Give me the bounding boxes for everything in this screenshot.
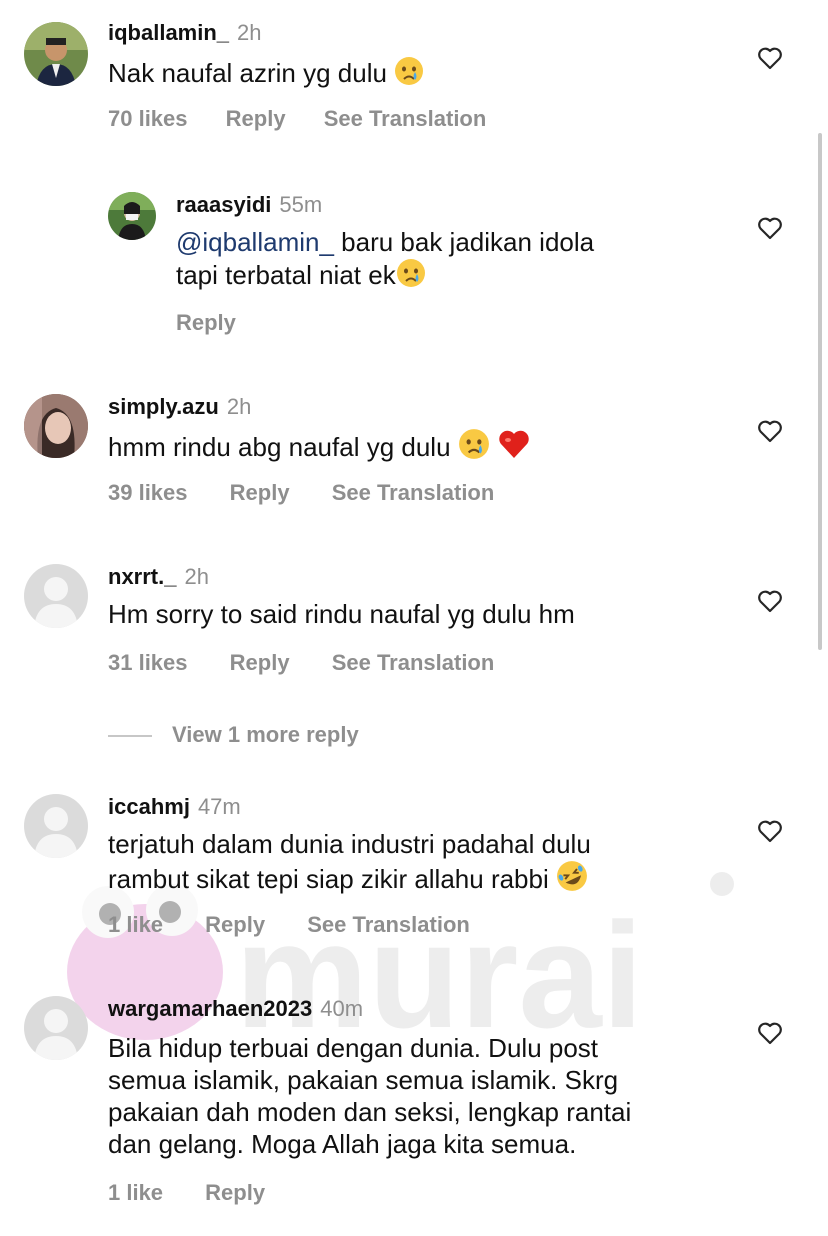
comment-text: terjatuh dalam dunia industri padahal du… [108,828,591,899]
username[interactable]: iccahmj 47m [108,794,241,820]
username[interactable]: raaasyidi 55m [176,192,322,218]
avatar[interactable] [24,394,88,458]
reply-button[interactable]: Reply [230,650,290,676]
timestamp: 2h [226,394,252,419]
username[interactable]: iqballamin_ 2h [108,20,262,46]
comment-actions: 1 like Reply [108,1180,265,1206]
username[interactable]: nxrrt._ 2h [108,564,209,590]
crying-face-icon [458,428,490,467]
avatar[interactable] [24,794,88,858]
likes-count[interactable]: 70 likes [108,106,188,132]
see-translation-button[interactable]: See Translation [332,480,495,506]
avatar[interactable] [24,22,88,86]
like-heart-icon[interactable] [757,419,783,443]
reply-button[interactable]: Reply [205,1180,265,1206]
crying-face-icon [396,258,426,295]
red-heart-icon [497,428,531,467]
comment-text: Nak naufal azrin yg dulu [108,56,424,93]
likes-count[interactable]: 31 likes [108,650,188,676]
like-heart-icon[interactable] [757,589,783,613]
reply-text: @iqballamin_ baru bak jadikan idola tapi… [176,226,594,295]
divider-line [108,735,152,738]
reply-button[interactable]: Reply [226,106,286,132]
username[interactable]: wargamarhaen2023 40m [108,996,363,1022]
avatar[interactable] [24,996,88,1060]
comment-text: hmm rindu abg naufal yg dulu [108,428,531,467]
reply-button[interactable]: Reply [230,480,290,506]
like-heart-icon[interactable] [757,216,783,240]
like-heart-icon[interactable] [757,46,783,70]
timestamp: 2h [237,20,262,45]
see-translation-button[interactable]: See Translation [307,912,470,938]
mention-link[interactable]: @iqballamin_ [176,227,334,257]
timestamp: 47m [197,794,241,819]
like-heart-icon[interactable] [757,1021,783,1045]
view-more-replies-button[interactable]: View 1 more reply [108,722,359,748]
reply-button[interactable]: Reply [205,912,265,938]
avatar[interactable] [24,564,88,628]
comment-actions: 31 likes Reply See Translation [108,650,494,676]
comment-actions: 70 likes Reply See Translation [108,106,486,132]
timestamp: 2h [184,564,209,589]
crying-face-icon [394,56,424,93]
scrollbar[interactable] [818,133,822,650]
timestamp: 40m [320,996,364,1021]
comment-actions: 39 likes Reply See Translation [108,480,494,506]
comment-text: Hm sorry to said rindu naufal yg dulu hm [108,599,575,629]
reply-button[interactable]: Reply [176,310,236,336]
avatar[interactable] [108,192,156,240]
timestamp: 55m [279,192,323,217]
comment-text: Bila hidup terbuai dengan dunia. Dulu po… [108,1033,632,1159]
see-translation-button[interactable]: See Translation [332,650,495,676]
username[interactable]: simply.azu 2h [108,394,251,420]
likes-count[interactable]: 1 like [108,912,163,938]
like-heart-icon[interactable] [757,819,783,843]
likes-count[interactable]: 1 like [108,1180,163,1206]
see-translation-button[interactable]: See Translation [324,106,487,132]
rolling-laughing-face-icon [556,860,588,899]
reply-actions: Reply [176,310,236,336]
likes-count[interactable]: 39 likes [108,480,188,506]
comment-actions: 1 like Reply See Translation [108,912,470,938]
